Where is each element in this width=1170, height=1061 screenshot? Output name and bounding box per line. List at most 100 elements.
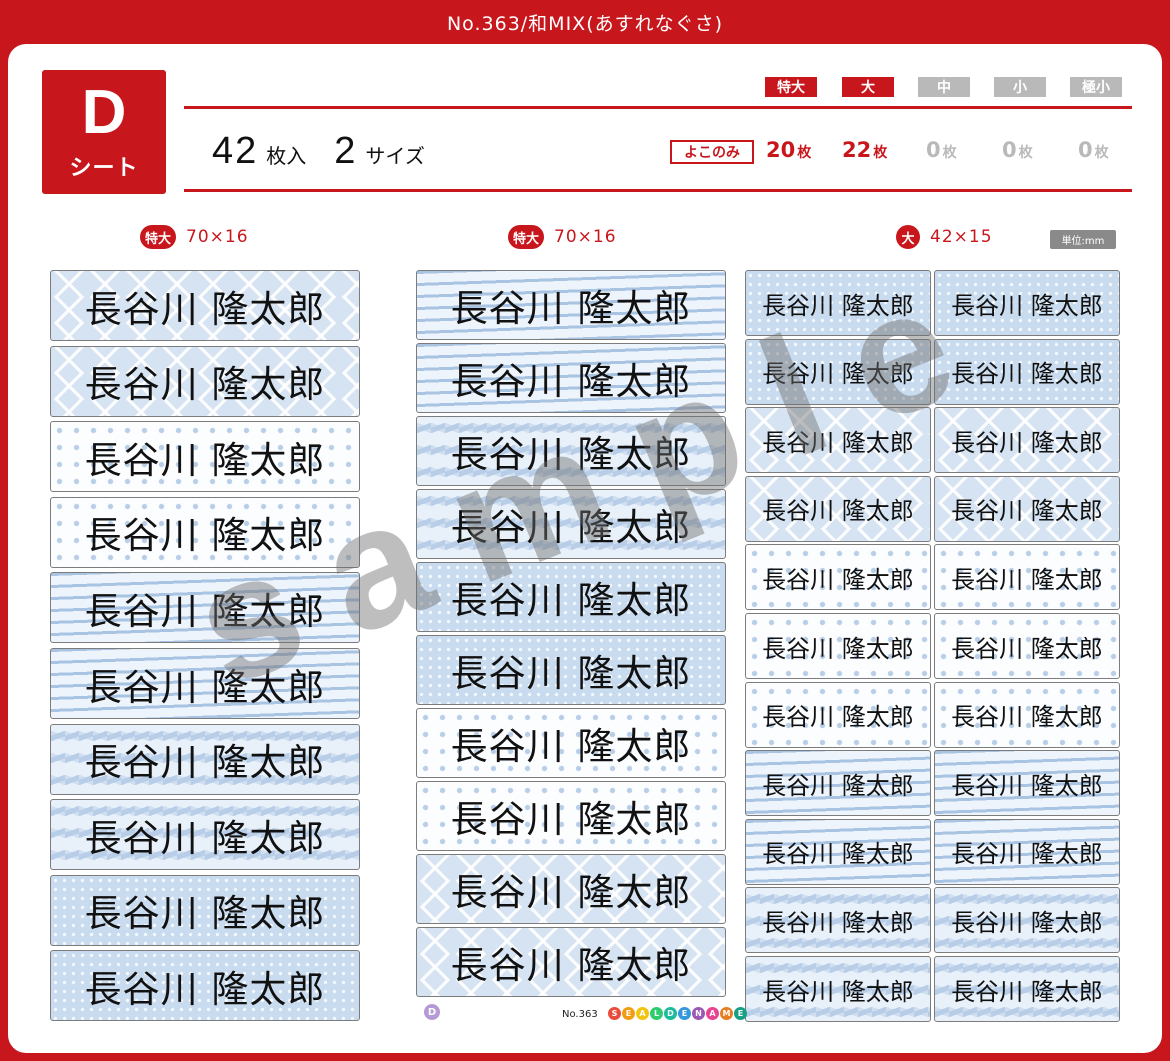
sheet-panel: D シート 42 枚入 2 サイズ 特大大中小極小 よこのみ 20 枚 22 枚 0 枚 0… [8, 44, 1162, 1053]
column-size-tag: 特大 [140, 225, 176, 249]
divider-top [184, 106, 1132, 109]
label-name-text: 長谷川 隆太郎 [951, 840, 1103, 869]
label-name-text: 長谷川 隆太郎 [762, 428, 914, 457]
label-name-text: 長谷川 隆太郎 [84, 438, 326, 482]
brand-letter: E [678, 1007, 691, 1020]
name-label: 長谷川 隆太郎 [745, 818, 931, 885]
name-label: 長谷川 隆太郎 [745, 956, 931, 1022]
horizontal-only-tag: よこのみ [670, 140, 754, 164]
label-name-text: 長谷川 隆太郎 [84, 892, 326, 936]
name-label: 長谷川 隆太郎 [934, 750, 1120, 817]
name-label: 長谷川 隆太郎 [416, 854, 726, 924]
count-unit: 枚 [1018, 145, 1033, 161]
label-name-text: 長谷川 隆太郎 [762, 703, 914, 732]
name-label: 長谷川 隆太郎 [934, 613, 1120, 679]
label-count-unit: 枚入 [266, 144, 307, 168]
name-label: 長谷川 隆太郎 [416, 489, 726, 559]
name-label: 長谷川 隆太郎 [934, 270, 1120, 336]
name-label: 長谷川 隆太郎 [745, 750, 931, 817]
name-label: 長谷川 隆太郎 [50, 345, 360, 417]
name-label: 長谷川 隆太郎 [934, 338, 1120, 405]
label-name-text: 長谷川 隆太郎 [84, 665, 326, 709]
label-name-text: 長谷川 隆太郎 [84, 514, 326, 558]
brand-letter: E [734, 1007, 747, 1020]
name-label: 長谷川 隆太郎 [50, 648, 360, 719]
label-name-text: 長谷川 隆太郎 [450, 506, 692, 549]
label-name-text: 長谷川 隆太郎 [762, 977, 914, 1006]
name-label: 長谷川 隆太郎 [934, 887, 1120, 954]
label-name-text: 長谷川 隆太郎 [450, 944, 692, 987]
name-label: 長谷川 隆太郎 [745, 887, 931, 954]
size-count: 2 [334, 130, 358, 172]
label-name-text: 長谷川 隆太郎 [84, 287, 326, 331]
column-dimensions: 42×15 [930, 227, 993, 247]
label-name-text: 長谷川 隆太郎 [951, 497, 1103, 526]
label-name-text: 長谷川 隆太郎 [951, 977, 1103, 1006]
label-name-text: 長谷川 隆太郎 [951, 291, 1103, 320]
count-unit: 枚 [797, 145, 812, 161]
label-name-text: 長谷川 隆太郎 [450, 287, 692, 330]
label-name-text: 長谷川 隆太郎 [450, 652, 692, 695]
brand-letter: N [692, 1007, 705, 1020]
product-number: No.363 [562, 1009, 598, 1020]
name-label: 長谷川 隆太郎 [416, 343, 726, 413]
brand-letter: L [650, 1007, 663, 1020]
column-dimensions: 70×16 [554, 227, 617, 247]
name-label: 長谷川 隆太郎 [416, 708, 726, 778]
name-label: 長谷川 隆太郎 [934, 544, 1120, 611]
label-name-text: 長谷川 隆太郎 [951, 908, 1103, 937]
brand-letter: D [664, 1007, 677, 1020]
count-unit: 枚 [942, 145, 957, 161]
label-name-text: 長谷川 隆太郎 [762, 360, 914, 389]
name-label: 長谷川 隆太郎 [745, 613, 931, 679]
column-header-2: 特大 70×16 [508, 222, 617, 252]
count-unit: 枚 [1094, 145, 1109, 161]
brand-letter: A [636, 1007, 649, 1020]
label-name-text: 長谷川 隆太郎 [84, 741, 326, 785]
label-name-text: 長谷川 隆太郎 [762, 291, 914, 320]
label-name-text: 長谷川 隆太郎 [84, 967, 326, 1011]
label-name-text: 長谷川 隆太郎 [762, 634, 914, 663]
name-label: 長谷川 隆太郎 [416, 270, 726, 340]
name-label: 長谷川 隆太郎 [934, 475, 1120, 542]
name-label: 長谷川 隆太郎 [50, 799, 360, 871]
name-label: 長谷川 隆太郎 [50, 270, 360, 341]
size-tag: 中 [918, 77, 970, 97]
name-label: 長谷川 隆太郎 [745, 475, 931, 542]
name-label: 長谷川 隆太郎 [50, 572, 360, 644]
column-header-3: 大 42×15 [896, 222, 993, 252]
label-name-text: 長谷川 隆太郎 [450, 725, 692, 768]
name-label: 長谷川 隆太郎 [745, 544, 931, 611]
label-name-text: 長谷川 隆太郎 [762, 565, 914, 594]
name-label: 長谷川 隆太郎 [416, 781, 726, 851]
count-number: 0 [926, 138, 941, 162]
column-header-1: 特大 70×16 [140, 222, 249, 252]
brand-logo: SEALDENAME [608, 1007, 748, 1020]
sheet-summary: 42 枚入 2 サイズ [212, 130, 453, 174]
name-label: 長谷川 隆太郎 [50, 723, 360, 795]
label-name-text: 長谷川 隆太郎 [84, 363, 326, 407]
brand-letter: E [622, 1007, 635, 1020]
label-name-text: 長谷川 隆太郎 [762, 908, 914, 937]
label-name-text: 長谷川 隆太郎 [762, 840, 914, 869]
label-name-text: 長谷川 隆太郎 [762, 497, 914, 526]
name-label: 長谷川 隆太郎 [745, 338, 931, 405]
count-number: 0 [1002, 138, 1017, 162]
brand-letter: A [706, 1007, 719, 1020]
label-name-text: 長谷川 隆太郎 [450, 433, 692, 476]
label-name-text: 長谷川 隆太郎 [450, 579, 692, 622]
label-name-text: 長谷川 隆太郎 [951, 565, 1103, 594]
name-label: 長谷川 隆太郎 [934, 956, 1120, 1022]
label-name-text: 長谷川 隆太郎 [84, 816, 326, 860]
sheet-letter: D [81, 78, 127, 147]
name-label: 長谷川 隆太郎 [416, 635, 726, 705]
column-size-tag: 特大 [508, 225, 544, 249]
label-name-text: 長谷川 隆太郎 [450, 360, 692, 403]
column-dimensions: 70×16 [186, 227, 249, 247]
label-name-text: 長谷川 隆太郎 [450, 871, 692, 914]
size-count-item: 0枚 [1078, 138, 1109, 166]
size-count-item: 0枚 [926, 138, 957, 166]
name-label: 長谷川 隆太郎 [745, 407, 931, 474]
sheet-word: シート [69, 156, 139, 181]
size-tag: 極小 [1070, 77, 1122, 97]
